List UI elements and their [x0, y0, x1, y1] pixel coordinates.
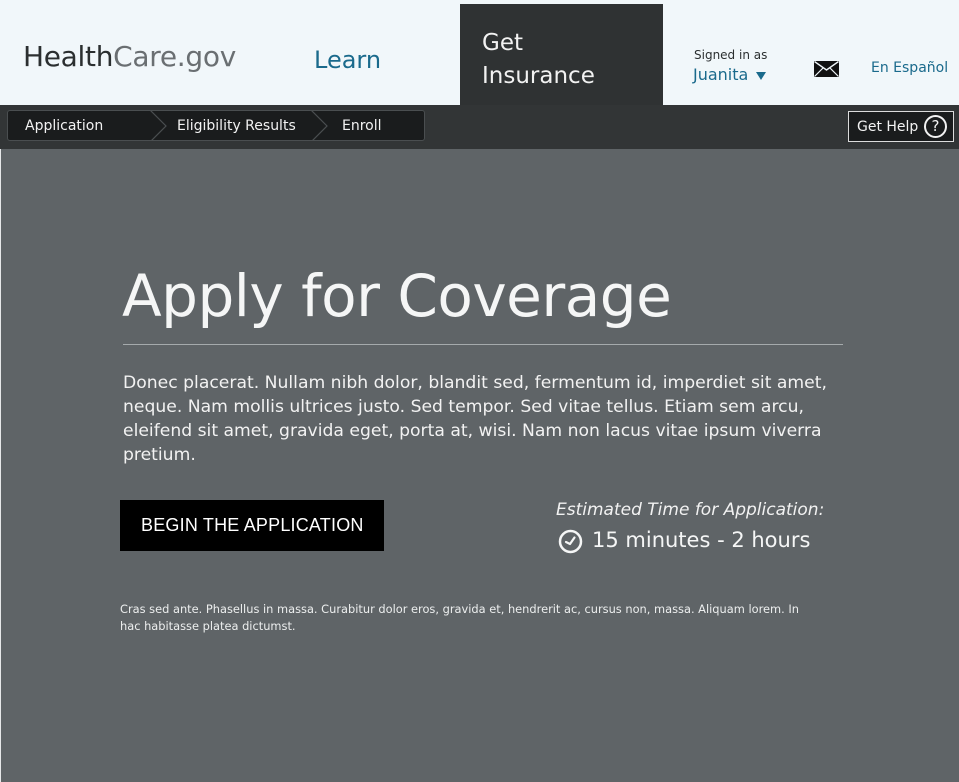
footnote-text: Cras sed ante. Phasellus in massa. Curab…	[120, 602, 799, 633]
signed-in-label: Signed in as	[694, 48, 768, 62]
user-menu[interactable]: Juanita	[693, 65, 767, 84]
logo-health: Health	[23, 40, 114, 73]
step-eligibility-results[interactable]: Eligibility Results	[177, 118, 296, 134]
page-title: Apply for Coverage	[122, 262, 672, 330]
question-circle-icon: ?	[924, 115, 947, 138]
get-help-label: Get Help	[857, 119, 919, 135]
nav-learn[interactable]: Learn	[314, 46, 381, 74]
logo-gov: .gov	[176, 40, 236, 73]
nav-get-insurance-line2: Insurance	[482, 63, 595, 89]
nav-get-insurance[interactable]: Get Insurance	[460, 4, 663, 105]
page-edge	[0, 149, 1, 782]
clock-icon	[558, 529, 583, 554]
begin-application-button[interactable]: BEGIN THE APPLICATION	[120, 500, 384, 551]
title-divider	[123, 344, 843, 345]
logo-care: Care	[113, 40, 177, 73]
site-logo[interactable]: HealthCare.gov	[23, 40, 236, 73]
step-navbar: Application Eligibility Results Enroll G…	[0, 105, 959, 149]
caret-down-icon	[756, 71, 767, 80]
site-header: HealthCare.gov Learn Get Insurance Signe…	[0, 0, 959, 105]
estimated-time-value: 15 minutes - 2 hours	[592, 528, 811, 552]
nav-get-insurance-line1: Get	[482, 30, 523, 56]
get-help-button[interactable]: Get Help ?	[848, 111, 954, 142]
estimated-time-label: Estimated Time for Application:	[556, 500, 825, 520]
chevron-right-icon	[311, 111, 328, 140]
step-application[interactable]: Application	[25, 118, 103, 134]
mail-icon[interactable]	[814, 61, 839, 77]
chevron-right-icon	[150, 111, 167, 140]
intro-text: Donec placerat. Nullam nibh dolor, bland…	[123, 373, 827, 465]
language-link[interactable]: En Español	[871, 60, 948, 76]
user-name: Juanita	[693, 65, 749, 84]
step-enroll[interactable]: Enroll	[342, 118, 382, 134]
breadcrumb: Application Eligibility Results Enroll	[7, 110, 425, 141]
